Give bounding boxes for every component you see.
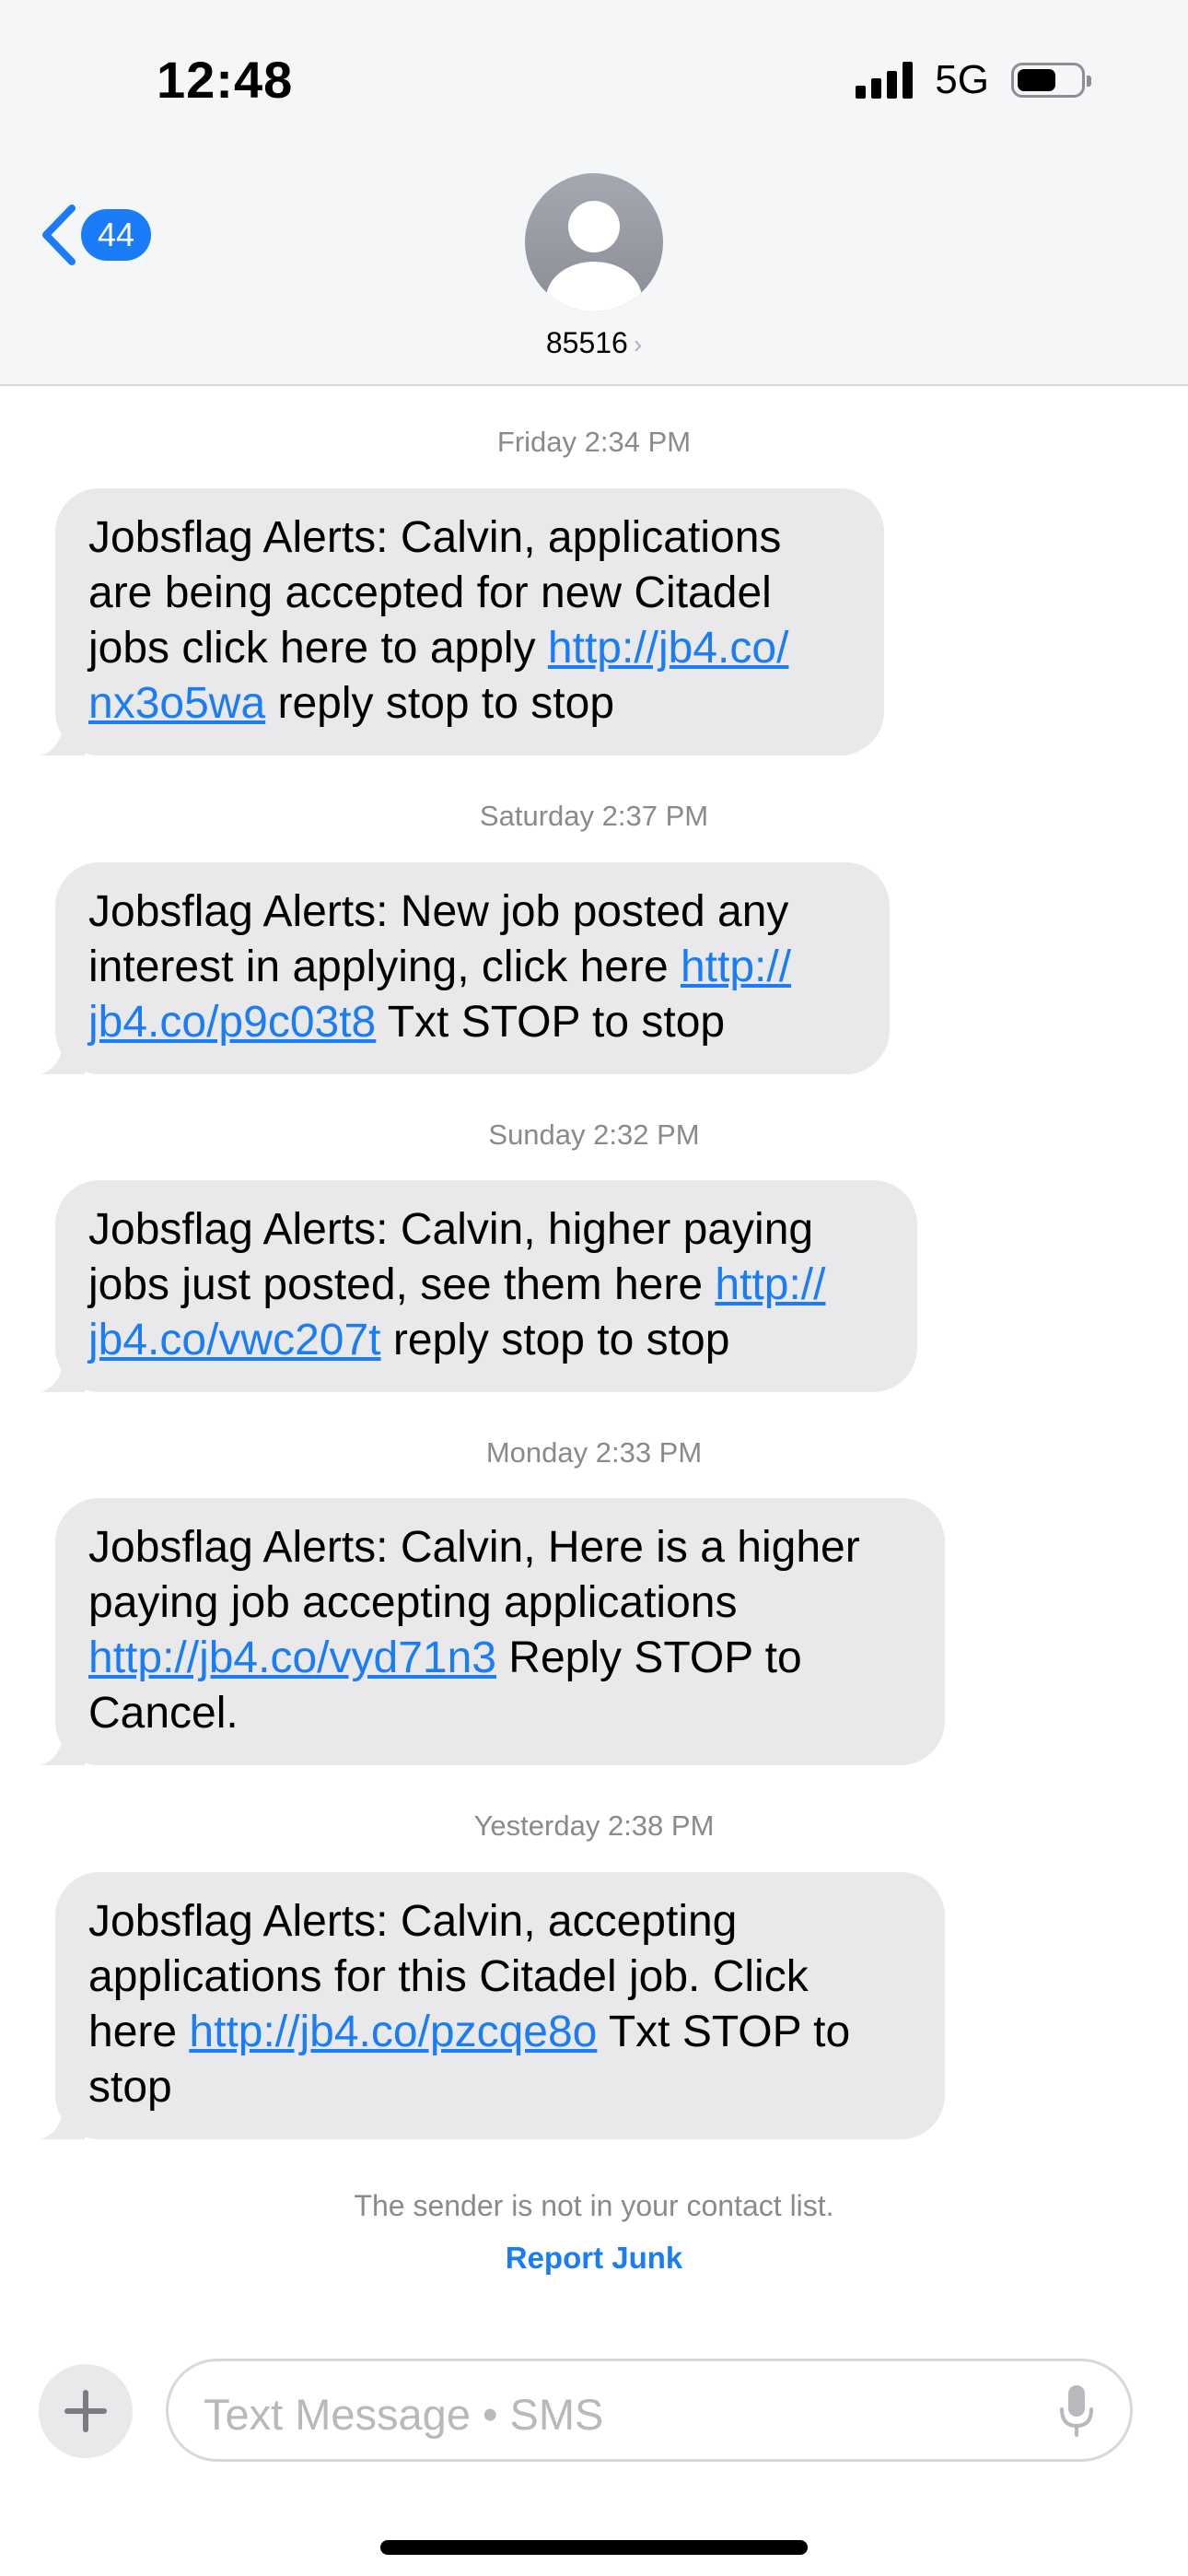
- incoming-message-bubble[interactable]: Jobsflag Alerts: New job posted any inter…: [41, 862, 890, 1074]
- message-line: Jobsflag Alerts: Calvin, higher paying: [88, 1202, 884, 1258]
- message-timestamp: Friday 2:34 PM: [0, 426, 1188, 459]
- message-text: are being accepted for new Citadel: [88, 568, 772, 617]
- message-text: Jobsflag Alerts: Calvin, accepting: [88, 1897, 738, 1946]
- message-text: jobs just posted, see them here: [88, 1260, 716, 1309]
- incoming-message-bubble[interactable]: Jobsflag Alerts: Calvin, accepting applic…: [41, 1872, 945, 2139]
- message-line: Cancel.: [88, 1686, 912, 1741]
- dictation-button[interactable]: [1058, 2383, 1095, 2443]
- incoming-message-bubble[interactable]: Jobsflag Alerts: Calvin, Here is a highe…: [41, 1498, 945, 1765]
- cellular-signal-icon: [856, 62, 914, 99]
- timestamp-day: Friday: [496, 426, 577, 458]
- microphone-icon: [1060, 2385, 1093, 2437]
- message-timestamp: Yesterday 2:38 PM: [0, 1809, 1188, 1843]
- contact-name: 85516: [545, 326, 628, 359]
- message-text: Reply STOP to: [495, 1633, 802, 1682]
- timestamp-day: Saturday: [479, 800, 594, 832]
- contact-name-button[interactable]: 85516 ›: [0, 326, 1188, 360]
- message-link[interactable]: http://jb4.co/: [548, 624, 789, 673]
- report-junk-link[interactable]: Report Junk: [0, 2241, 1188, 2276]
- message-link[interactable]: http://jb4.co/vyd71n3: [88, 1633, 496, 1682]
- message-line: Jobsflag Alerts: Calvin, accepting: [88, 1894, 912, 1950]
- message-text: Jobsflag Alerts: New job posted any: [88, 887, 789, 936]
- message-link[interactable]: nx3o5wa: [88, 679, 265, 728]
- message-text: paying job accepting applications: [88, 1578, 738, 1627]
- message-text: Cancel.: [88, 1689, 239, 1738]
- network-type: 5G: [935, 57, 989, 102]
- message-timestamp: Monday 2:33 PM: [0, 1436, 1188, 1469]
- timestamp-time: 2:38 PM: [607, 1809, 715, 1842]
- message-text: Jobsflag Alerts: Calvin, Here is a highe…: [88, 1523, 860, 1572]
- timestamp-day: Yesterday: [473, 1809, 600, 1842]
- bubble-tail: [41, 715, 85, 755]
- message-text: stop: [88, 2063, 172, 2112]
- message-text: applications for this Citadel job. Click: [88, 1952, 809, 2001]
- message-text: interest in applying, click here: [88, 943, 681, 991]
- timestamp-time: 2:32 PM: [593, 1118, 700, 1151]
- timestamp-day: Sunday: [488, 1118, 586, 1151]
- message-link[interactable]: http://: [681, 943, 791, 991]
- message-text: Jobsflag Alerts: Calvin, higher paying: [88, 1205, 814, 1254]
- message-line: jb4.co/vwc207t reply stop to stop: [88, 1313, 884, 1368]
- message-line: here http://jb4.co/pzcqe8o Txt STOP to: [88, 2005, 912, 2060]
- message-link[interactable]: http://: [715, 1260, 825, 1309]
- message-line: paying job accepting applications: [88, 1575, 912, 1631]
- contact-avatar[interactable]: [525, 173, 663, 311]
- message-text: Txt STOP to: [597, 2008, 851, 2056]
- home-indicator: [380, 2540, 808, 2555]
- message-text: jobs click here to apply: [88, 624, 548, 673]
- message-text: here: [88, 2008, 190, 2056]
- status-time: 12:48: [157, 51, 294, 109]
- chevron-left-icon: [42, 205, 76, 265]
- message-text: Jobsflag Alerts: Calvin, applications: [88, 513, 782, 562]
- message-line: Jobsflag Alerts: New job posted any: [88, 884, 856, 940]
- message-link[interactable]: jb4.co/vwc207t: [88, 1316, 381, 1364]
- message-link[interactable]: http://jb4.co/pzcqe8o: [189, 2008, 597, 2056]
- message-line: jb4.co/p9c03t8 Txt STOP to stop: [88, 995, 856, 1050]
- timestamp-time: 2:37 PM: [601, 800, 709, 832]
- message-line: are being accepted for new Citadel: [88, 566, 851, 621]
- timestamp-time: 2:34 PM: [584, 426, 692, 458]
- message-text: Txt STOP to stop: [376, 998, 726, 1047]
- message-line: applications for this Citadel job. Click: [88, 1950, 912, 2005]
- message-line: http://jb4.co/vyd71n3 Reply STOP to: [88, 1631, 912, 1686]
- message-timestamp: Sunday 2:32 PM: [0, 1118, 1188, 1152]
- message-line: jobs click here to apply http://jb4.co/: [88, 621, 851, 676]
- message-link[interactable]: jb4.co/p9c03t8: [88, 998, 376, 1047]
- message-input[interactable]: Text Message • SMS: [166, 2359, 1133, 2462]
- message-text: reply stop to stop: [380, 1316, 730, 1364]
- timestamp-time: 2:33 PM: [595, 1436, 703, 1469]
- message-line: Jobsflag Alerts: Calvin, applications: [88, 510, 851, 566]
- bubble-tail: [41, 1034, 85, 1074]
- message-line: nx3o5wa reply stop to stop: [88, 676, 851, 732]
- message-text: reply stop to stop: [265, 679, 615, 728]
- conversation-header: 12:48 5G 44 85516 ›: [0, 0, 1188, 386]
- unknown-sender-notice: The sender is not in your contact list.: [354, 2189, 834, 2222]
- message-timestamp: Saturday 2:37 PM: [0, 800, 1188, 833]
- incoming-message-bubble[interactable]: Jobsflag Alerts: Calvin, applications are…: [41, 488, 884, 755]
- person-icon: [546, 201, 642, 311]
- bubble-tail: [41, 1352, 85, 1392]
- message-line: Jobsflag Alerts: Calvin, Here is a highe…: [88, 1520, 912, 1575]
- timestamp-day: Monday: [485, 1436, 588, 1469]
- unread-count-badge: 44: [81, 209, 151, 261]
- incoming-message-bubble[interactable]: Jobsflag Alerts: Calvin, higher paying jo…: [41, 1180, 917, 1392]
- message-input-placeholder: Text Message • SMS: [204, 2390, 604, 2439]
- chevron-right-icon: ›: [633, 330, 643, 358]
- add-attachment-button[interactable]: [39, 2364, 133, 2458]
- battery-level: [1018, 69, 1055, 91]
- message-line: jobs just posted, see them here http://: [88, 1258, 884, 1313]
- back-button[interactable]: 44: [41, 205, 151, 265]
- status-indicators: 5G: [856, 57, 1091, 103]
- message-line: stop: [88, 2060, 912, 2115]
- battery-icon: [1011, 63, 1091, 98]
- bubble-tail: [41, 2099, 85, 2139]
- message-line: interest in applying, click here http://: [88, 940, 856, 995]
- bubble-tail: [41, 1725, 85, 1765]
- plus-icon: [64, 2390, 107, 2432]
